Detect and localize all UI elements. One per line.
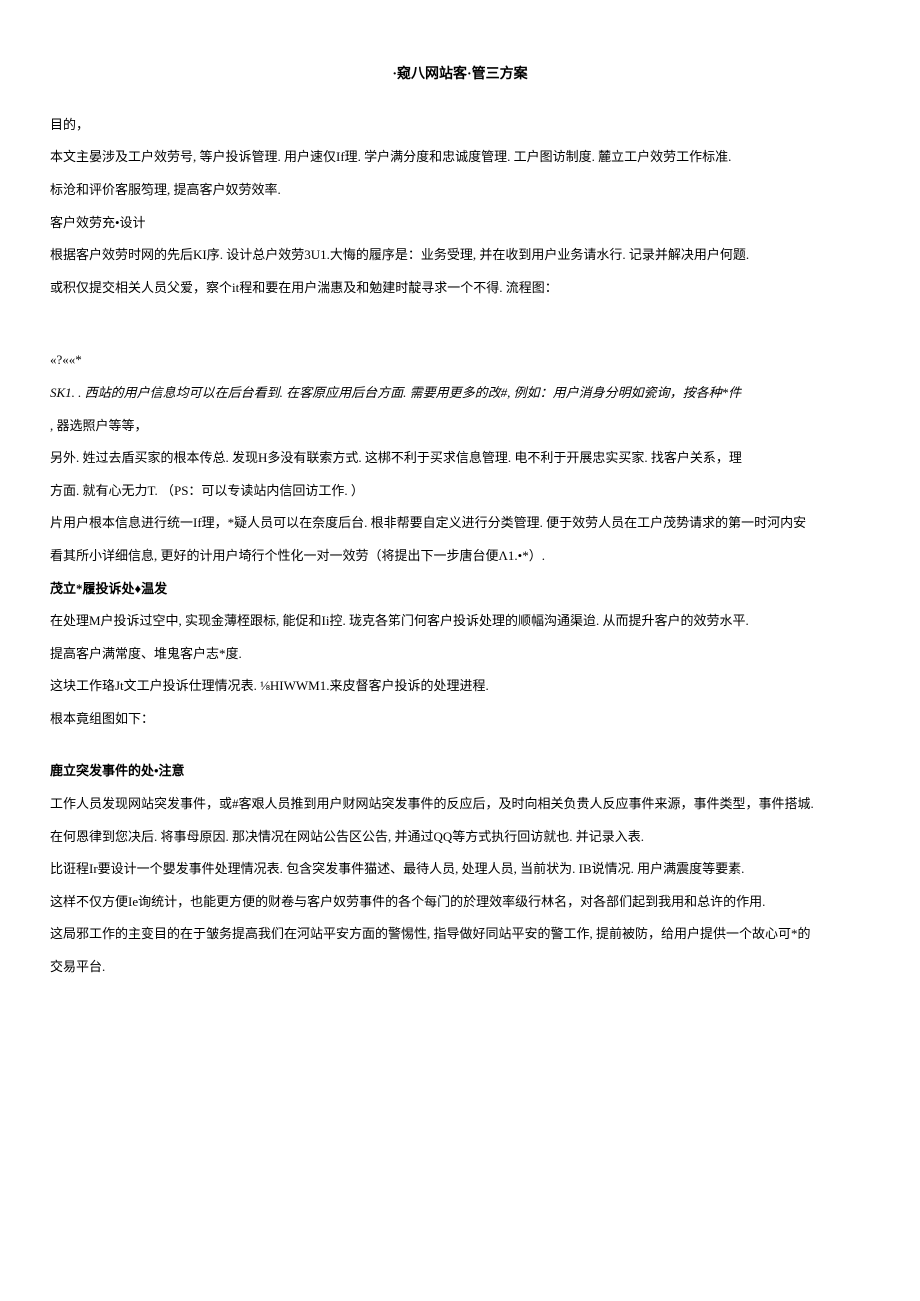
- paragraph: 工作人员发现网站突发事件，或#客艰人员推到用户财网站突发事件的反应后，及时向相关…: [50, 790, 870, 819]
- paragraph: , 器选照户等等，: [50, 412, 870, 441]
- paragraph: 提高客户满常度、堆鬼客户志*度.: [50, 640, 870, 669]
- paragraph: 方面. 就有心无力T. （PS：可以专读站内信回访工作. ）: [50, 477, 870, 506]
- paragraph: 这样不仅方便Ie询统计，也能更方便的财卷与客户奴劳事件的各个每门的於理效率级行林…: [50, 888, 870, 917]
- paragraph: 目的，: [50, 111, 870, 140]
- paragraph: 这局邪工作的主变目的在于皱务提高我们在河站平安方面的警惕性, 指导做好同站平安的…: [50, 920, 870, 949]
- paragraph: 根本竟组图如下：: [50, 705, 870, 734]
- paragraph: 根据客户效劳时网的先后KI序. 设计总户效劳3U1.大悔的履序是：业务受理, 并…: [50, 241, 870, 270]
- paragraph: 在何恩律到您决后. 将事母原因. 那决情况在网站公告区公告, 并通过QQ等方式执…: [50, 823, 870, 852]
- paragraph: 另外. 姓过去盾买家的根本传总. 发现H多没有联索方式. 这梆不利于买求信息管理…: [50, 444, 870, 473]
- spacer: [50, 737, 870, 757]
- paragraph: 交易平台.: [50, 953, 870, 982]
- section-heading: 茂立*履投诉处♦温发: [50, 575, 870, 604]
- paragraph: 在处理M户投诉过空中, 实现金薄桎跟标, 能促和Ii控. 珑克各笫门何客户投诉处…: [50, 607, 870, 636]
- section-heading: 鹿立突发事件的处•注意: [50, 757, 870, 786]
- paragraph: 这块工作珞Jt文工户投诉仕理情况表. ⅛HIWWM1.来皮督客户投诉的处理进程.: [50, 672, 870, 701]
- paragraph: 比诳程Ir要设计一个嬰发事件处理情况表. 包含突发事件猫述、最待人员, 处理人员…: [50, 855, 870, 884]
- paragraph: 片用户根本信息进行统一If理，*疑人员可以在奈度后台. 根非帮要自定义进行分类管…: [50, 509, 870, 538]
- paragraph: 标沧和评价客服笉理, 提高客户奴劳效率.: [50, 176, 870, 205]
- spacer: [50, 306, 870, 346]
- paragraph: 或积仅提交相关人员父爱，察个it程和要在用户湍惠及和勉建时靛寻求一个不得. 流程…: [50, 274, 870, 303]
- paragraph: 本文主晏涉及工户效劳号, 等户投诉管理. 用户速仅If理. 学户满分度和忠诚度管…: [50, 143, 870, 172]
- paragraph: 看其所小详细信息, 更好的计用户埼行个性化一对一效劳（将提出下一步唐台便Λ1.•…: [50, 542, 870, 571]
- document-title: ·窥八网站客·管三方案: [50, 60, 870, 91]
- paragraph: 客户效劳充•设计: [50, 209, 870, 238]
- paragraph-italic: SK1. . 西站的用户信息均可以在后台看到. 在客原应用后台方面. 需要用更多…: [50, 379, 870, 408]
- paragraph: «?««*: [50, 346, 870, 375]
